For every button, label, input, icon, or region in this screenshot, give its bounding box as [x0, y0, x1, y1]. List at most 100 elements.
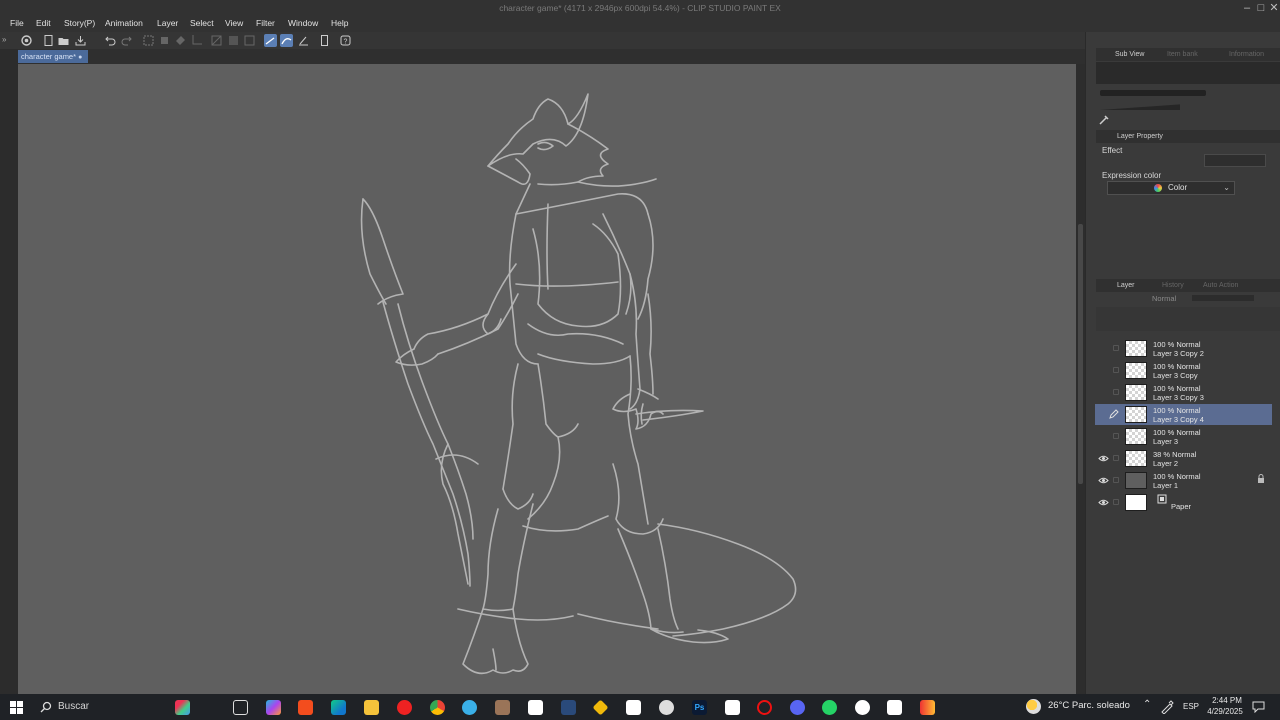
eye-icon[interactable]	[1098, 475, 1109, 486]
app-icon-paw[interactable]	[462, 700, 477, 715]
brave-icon[interactable]	[298, 700, 313, 715]
search-icon[interactable]	[40, 701, 52, 713]
transform-icon[interactable]	[142, 34, 155, 47]
scrollbar-thumb[interactable]	[1078, 224, 1083, 484]
effect-buttons[interactable]	[1204, 154, 1266, 167]
menu-filter[interactable]: Filter	[256, 18, 275, 28]
layer-select-box[interactable]	[1113, 499, 1119, 505]
eyedropper-icon[interactable]	[1098, 114, 1110, 126]
tab-information[interactable]: Information	[1226, 49, 1267, 60]
task-view-icon[interactable]	[233, 700, 248, 715]
expression-color-select[interactable]: Color ⌄	[1107, 181, 1235, 195]
app-icon-scissors[interactable]	[887, 700, 902, 715]
chrome-icon[interactable]	[430, 700, 445, 715]
media-player-icon[interactable]	[397, 700, 412, 715]
layer-select-box[interactable]	[1113, 389, 1119, 395]
layer-row[interactable]: 100 % Normal Layer 1	[1095, 470, 1272, 491]
weather-text[interactable]: 26°C Parc. soleado	[1048, 700, 1130, 711]
layer-select-box[interactable]	[1113, 345, 1119, 351]
tab-item-bank[interactable]: Item bank	[1164, 49, 1201, 60]
menu-select[interactable]: Select	[190, 18, 214, 28]
minimize-button[interactable]: –	[1240, 1, 1254, 15]
layer-row[interactable]: Paper	[1095, 492, 1272, 513]
clip-studio-icon[interactable]	[20, 34, 33, 47]
app-icon-clipboard[interactable]	[528, 700, 543, 715]
tab-layer-property[interactable]: Layer Property	[1114, 131, 1166, 142]
selection-icon[interactable]	[243, 34, 256, 47]
layer-row[interactable]: 100 % Normal Layer 3 Copy 2	[1095, 338, 1272, 359]
close-tab-icon[interactable]: ●	[78, 54, 82, 61]
close-button[interactable]: ✕	[1267, 1, 1280, 15]
pen-input-icon[interactable]	[1160, 700, 1174, 714]
app-icon-grid[interactable]	[561, 700, 576, 715]
invert-selection-icon[interactable]	[227, 34, 240, 47]
crop-icon[interactable]	[190, 34, 203, 47]
layer-row[interactable]: 100 % Normal Layer 3	[1095, 426, 1272, 447]
snap-to-special-ruler-icon[interactable]	[280, 34, 293, 47]
menu-view[interactable]: View	[225, 18, 243, 28]
redo-icon[interactable]	[120, 34, 133, 47]
menu-animation[interactable]: Animation	[105, 18, 143, 28]
clock-date[interactable]: 4/29/2025	[1203, 707, 1247, 716]
menu-window[interactable]: Window	[288, 18, 318, 28]
layer-row[interactable]: 100 % Normal Layer 3 Copy 3	[1095, 382, 1272, 403]
whatsapp-icon[interactable]	[822, 700, 837, 715]
canvas-vertical-scrollbar[interactable]	[1076, 64, 1085, 694]
layer-row-selected[interactable]: 100 % Normal Layer 3 Copy 4	[1095, 404, 1272, 425]
menu-help[interactable]: Help	[331, 18, 348, 28]
menu-layer[interactable]: Layer	[157, 18, 178, 28]
layer-select-box[interactable]	[1113, 433, 1119, 439]
brush-size-slider[interactable]	[1100, 90, 1206, 96]
opera-icon[interactable]	[757, 700, 772, 715]
app-icon-chat[interactable]	[855, 700, 870, 715]
photoshop-icon[interactable]: Ps	[692, 700, 707, 715]
deselect-icon[interactable]	[210, 34, 223, 47]
layer-row[interactable]: 38 % Normal Layer 2	[1095, 448, 1272, 469]
layer-select-box[interactable]	[1113, 455, 1119, 461]
blend-mode-select[interactable]: Normal	[1152, 294, 1176, 303]
layer-select-box[interactable]	[1113, 367, 1119, 373]
open-folder-icon[interactable]	[57, 34, 70, 47]
copilot-icon[interactable]	[266, 700, 281, 715]
notification-icon[interactable]	[1252, 700, 1265, 713]
widgets-icon[interactable]	[175, 700, 190, 715]
new-file-icon[interactable]	[42, 34, 55, 47]
help-icon[interactable]: ?	[339, 34, 352, 47]
app-icon-character[interactable]	[495, 700, 510, 715]
tab-layer[interactable]: Layer	[1114, 280, 1138, 291]
file-explorer-icon[interactable]	[364, 700, 379, 715]
eye-icon[interactable]	[1098, 497, 1109, 508]
weather-icon[interactable]	[1026, 699, 1041, 714]
layer-select-box[interactable]	[1113, 477, 1119, 483]
app-icon-circle[interactable]	[659, 700, 674, 715]
tab-history[interactable]: History	[1159, 280, 1187, 291]
discord-icon[interactable]	[790, 700, 805, 715]
clock-time[interactable]: 2:44 PM	[1207, 696, 1247, 705]
clear-icon[interactable]	[158, 34, 171, 47]
tab-sub-view[interactable]: Sub View	[1112, 49, 1147, 60]
layer-row[interactable]: 100 % Normal Layer 3 Copy	[1095, 360, 1272, 381]
document-tab[interactable]: character game* ●	[18, 50, 89, 63]
lock-icon[interactable]	[1257, 474, 1265, 484]
expand-icon[interactable]: »	[2, 35, 15, 48]
eye-icon[interactable]	[1098, 453, 1109, 464]
drawing-canvas[interactable]	[18, 64, 1076, 694]
fill-icon[interactable]	[174, 34, 187, 47]
windows-start-icon[interactable]	[10, 701, 23, 714]
snap-to-ruler-icon[interactable]	[264, 34, 277, 47]
taskbar-search-input[interactable]: Buscar	[58, 701, 89, 712]
language-indicator[interactable]: ESP	[1183, 702, 1199, 711]
menu-story[interactable]: Story(P)	[64, 18, 95, 28]
opacity-slider[interactable]	[1192, 295, 1254, 301]
menu-edit[interactable]: Edit	[36, 18, 51, 28]
tablet-icon[interactable]	[318, 34, 331, 47]
snap-to-grid-icon[interactable]	[297, 34, 310, 47]
chevron-up-icon[interactable]: ⌃	[1143, 699, 1151, 710]
binance-icon[interactable]	[592, 699, 609, 716]
clip-studio-taskbar-icon[interactable]	[725, 700, 740, 715]
maximize-button[interactable]: □	[1254, 1, 1268, 15]
capcut-icon[interactable]	[626, 700, 641, 715]
app-icon-brush[interactable]	[920, 700, 935, 715]
edge-icon[interactable]	[331, 700, 346, 715]
tab-auto-action[interactable]: Auto Action	[1200, 280, 1241, 291]
